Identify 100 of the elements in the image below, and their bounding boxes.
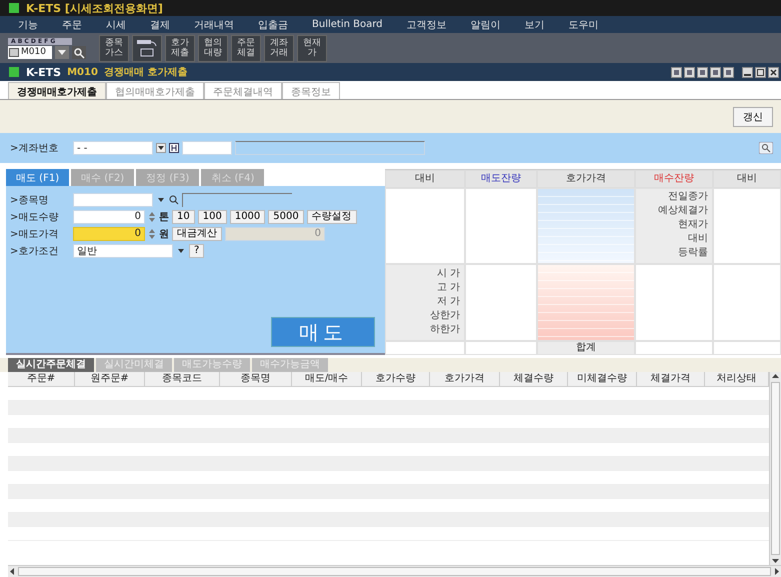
toolbar-button[interactable] — [132, 34, 162, 62]
toolbar-icon[interactable] — [684, 66, 695, 78]
toolbar-button[interactable]: 종목 가스 — [99, 34, 129, 62]
scroll-left-icon[interactable] — [8, 567, 16, 576]
account-field[interactable]: - - — [73, 141, 153, 155]
column-header: 종목명 — [220, 372, 292, 386]
close-icon[interactable] — [768, 66, 779, 78]
row-label: 시 가 — [436, 267, 461, 281]
condition-dropdown[interactable]: 일반 — [73, 244, 173, 258]
toolbar-button[interactable]: 계좌 거래 — [264, 34, 294, 62]
unit-label: 톤 — [159, 210, 169, 224]
menu-item[interactable]: 고객정보 — [406, 18, 447, 32]
tab[interactable]: 종목정보 — [282, 82, 340, 99]
row-label: 저 가 — [436, 295, 461, 309]
column-header: 호가가격 — [537, 170, 635, 188]
toolbar-button[interactable]: 주문 체결 — [231, 34, 261, 62]
menu-item[interactable]: 보기 — [524, 18, 545, 32]
menu-item[interactable]: 결제 — [150, 18, 170, 32]
maximize-icon[interactable] — [755, 66, 766, 78]
tab[interactable]: 실시간주문체결 — [8, 358, 94, 372]
toolbar-icon[interactable] — [671, 66, 682, 78]
search-icon[interactable] — [72, 46, 86, 58]
quantity-field[interactable]: 0 — [73, 210, 145, 224]
toolbar-icon[interactable] — [710, 66, 721, 78]
field-label: >매도가격 — [10, 228, 60, 240]
help-button[interactable]: ? — [189, 244, 204, 258]
row-label: 하한가 — [429, 323, 461, 337]
column-header: 원주문# — [75, 372, 145, 386]
column-header: 체결가격 — [637, 372, 705, 386]
spinner-icon[interactable] — [148, 210, 156, 222]
amount-field: 0 — [225, 226, 325, 240]
column-header: 체결수량 — [500, 372, 568, 386]
vertical-scrollbar[interactable] — [769, 372, 781, 565]
column-header: 호가수량 — [362, 372, 430, 386]
scroll-right-icon[interactable] — [773, 567, 781, 576]
quantity-preset-button[interactable]: 100 — [198, 210, 227, 224]
app-icon — [8, 2, 20, 14]
stock-field[interactable] — [73, 192, 153, 206]
window-title: K-ETS [시세조회전용화면] — [26, 0, 163, 16]
dropdown-icon[interactable] — [55, 46, 69, 58]
dropdown-icon[interactable] — [156, 143, 166, 153]
tab[interactable]: 협의매매호가제출 — [106, 82, 204, 99]
column-header: 호가가격 — [430, 372, 500, 386]
screen-icon — [9, 48, 19, 56]
quantity-preset-button[interactable]: 1000 — [230, 210, 266, 224]
quantity-setting-button[interactable]: 수량설정 — [306, 210, 357, 224]
row-label: 전일종가 — [667, 190, 709, 204]
spinner-icon[interactable] — [148, 228, 156, 240]
column-header: 대비 — [385, 170, 465, 188]
toolbar-button[interactable]: 현재 가 — [297, 34, 327, 62]
column-header: 대비 — [713, 170, 781, 188]
toolbar-button[interactable]: 호가 제출 — [165, 34, 195, 62]
quantity-preset-button[interactable]: 10 — [172, 210, 195, 224]
horizontal-scrollbar[interactable] — [8, 565, 781, 577]
row-label: 대비 — [687, 232, 709, 246]
amount-calc-button[interactable]: 대금계산 — [172, 226, 222, 240]
field-label: >매도수량 — [10, 210, 60, 224]
menu-item[interactable]: 시세 — [106, 18, 126, 32]
column-header: 미체결수량 — [568, 372, 637, 386]
refresh-button[interactable]: 갱신 — [733, 106, 773, 126]
screen-title: 경쟁매매 호가제출 — [104, 66, 188, 79]
unit-label: 원 — [159, 228, 169, 240]
row-label: 현재가 — [677, 218, 709, 232]
row-label: 상한가 — [429, 309, 461, 323]
menu-item[interactable]: 알림이 — [470, 18, 501, 32]
table-cell — [465, 341, 537, 355]
screen-code-field[interactable]: M010 — [8, 46, 52, 58]
tab[interactable]: 매도 (F1) — [6, 169, 70, 186]
sell-button[interactable]: 매도 — [271, 317, 375, 347]
toolbar-icon[interactable] — [697, 66, 708, 78]
field-label: >계좌번호 — [10, 142, 60, 155]
menu-item[interactable]: 주문 — [62, 18, 82, 32]
field-label: >종목명 — [10, 194, 50, 206]
menu-item[interactable]: 기능 — [18, 18, 38, 32]
column-header: 종목코드 — [145, 372, 220, 386]
column-header: 매수잔량 — [635, 170, 713, 188]
menu-item[interactable]: Bulletin Board — [312, 19, 383, 30]
price-field[interactable]: 0 — [73, 226, 145, 240]
menu-item[interactable]: 입출금 — [258, 18, 288, 32]
toolbar-button[interactable]: 협의 대량 — [198, 34, 228, 62]
quantity-preset-button[interactable]: 5000 — [268, 210, 304, 224]
row-label: 예상체결가 — [657, 204, 709, 218]
table-cell — [713, 341, 781, 355]
search-icon[interactable] — [759, 142, 773, 154]
column-header: 주문# — [8, 372, 75, 386]
search-icon[interactable] — [169, 194, 179, 204]
total-label: 합계 — [537, 341, 635, 355]
field-label: >호가조건 — [10, 244, 60, 258]
screen-code: M010 — [21, 47, 46, 57]
tab[interactable]: 주문체결내역 — [204, 82, 282, 99]
toolbar-icon[interactable] — [723, 66, 734, 78]
minimize-icon[interactable] — [742, 66, 753, 78]
tab[interactable]: 경쟁매매호가제출 — [8, 82, 106, 99]
column-header: 매도/매수 — [292, 372, 362, 386]
app-icon — [8, 66, 20, 78]
menu-item[interactable]: 거래내역 — [194, 18, 234, 32]
column-header: 매도잔량 — [465, 170, 537, 188]
menu-item[interactable]: 도우미 — [568, 18, 599, 32]
password-field[interactable] — [182, 141, 232, 155]
row-label: 고 가 — [436, 281, 461, 295]
